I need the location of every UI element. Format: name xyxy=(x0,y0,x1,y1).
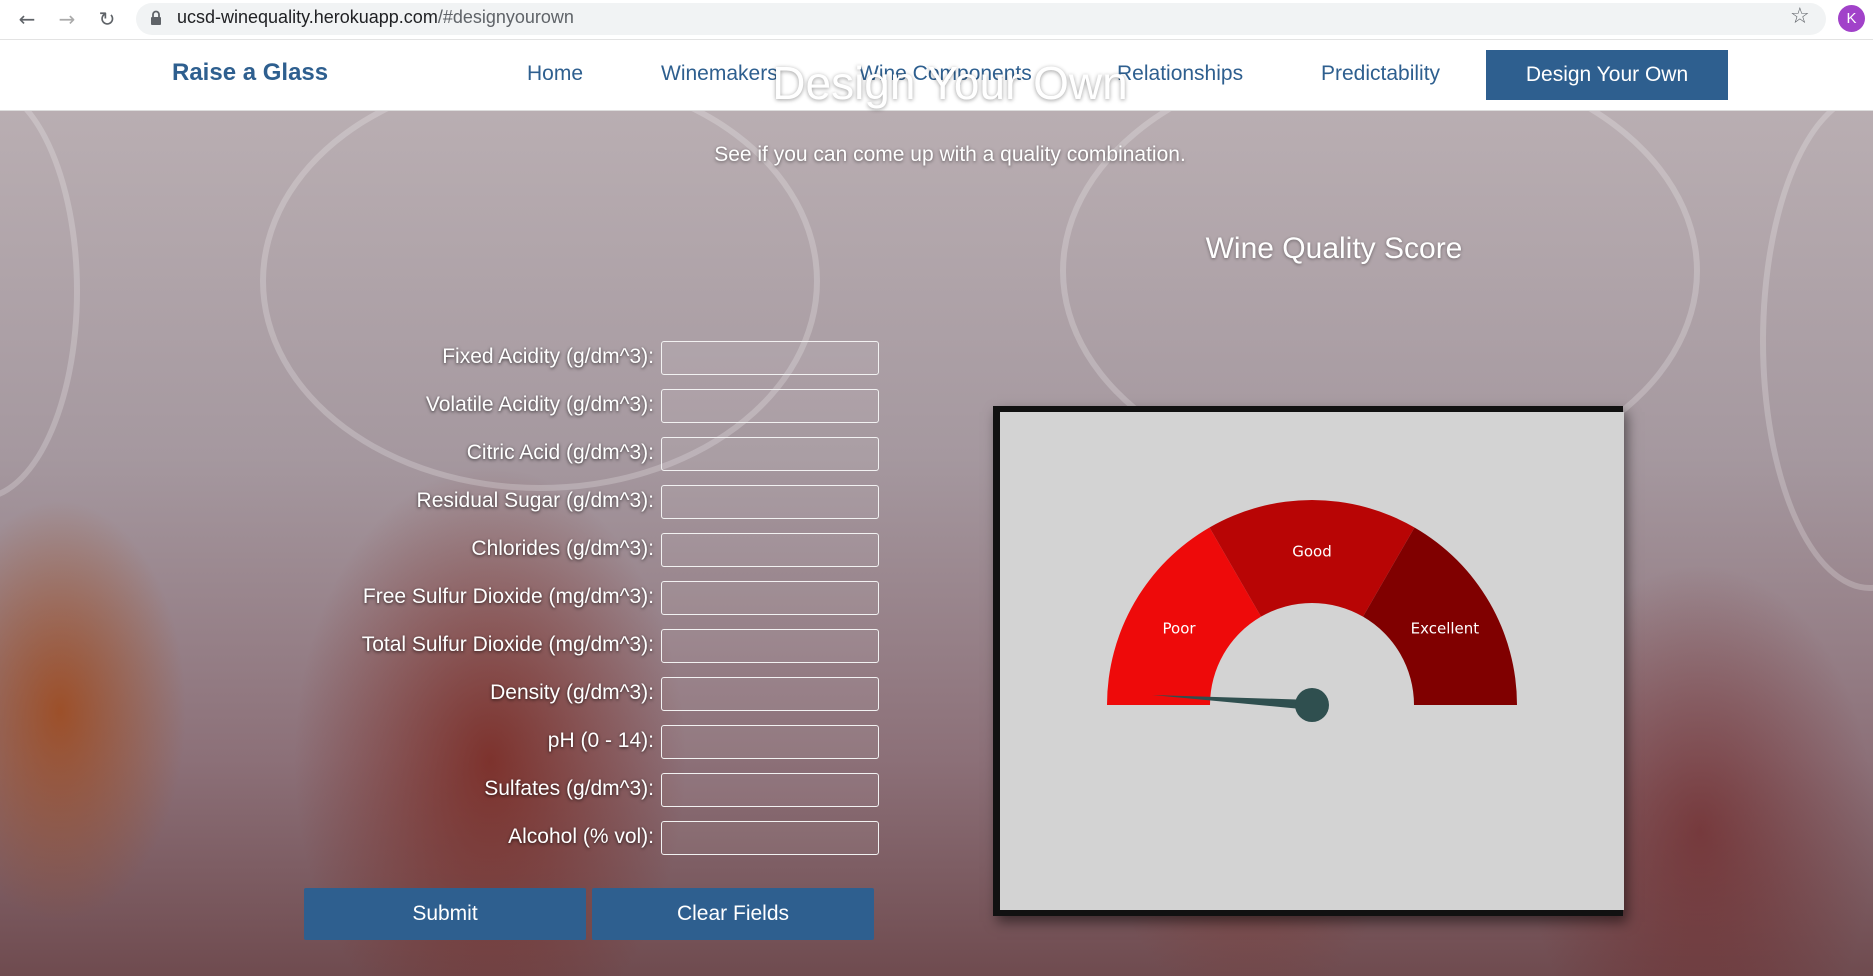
density-input[interactable] xyxy=(661,677,879,711)
glass-rim-decoration xyxy=(1760,111,1873,591)
form-row-total-sulfur-dioxide: Total Sulfur Dioxide (mg/dm^3): xyxy=(200,629,880,665)
quality-gauge: Poor Good Excellent xyxy=(1107,500,1517,722)
fixed-acidity-input[interactable] xyxy=(661,341,879,375)
residual-sugar-input[interactable] xyxy=(661,485,879,519)
reload-icon[interactable]: ↻ xyxy=(94,6,120,32)
volatile-acidity-label: Volatile Acidity (g/dm^3): xyxy=(425,393,654,416)
free-sulfur-dioxide-input[interactable] xyxy=(661,581,879,615)
chlorides-input[interactable] xyxy=(661,533,879,567)
total-sulfur-dioxide-input[interactable] xyxy=(661,629,879,663)
profile-avatar[interactable]: K xyxy=(1838,5,1865,32)
residual-sugar-label: Residual Sugar (g/dm^3): xyxy=(416,489,654,512)
clear-fields-button[interactable]: Clear Fields xyxy=(592,888,874,940)
back-arrow-icon[interactable]: ← xyxy=(14,6,40,32)
form-row-residual-sugar: Residual Sugar (g/dm^3): xyxy=(200,485,880,521)
alcohol-input[interactable] xyxy=(661,821,879,855)
url-text[interactable]: ucsd-winequality.herokuapp.com/#designyo… xyxy=(177,7,574,28)
form-row-fixed-acidity: Fixed Acidity (g/dm^3): xyxy=(200,341,880,377)
forward-arrow-icon[interactable]: → xyxy=(54,6,80,32)
fixed-acidity-label: Fixed Acidity (g/dm^3): xyxy=(442,345,654,368)
page-subtitle: See if you can come up with a quality co… xyxy=(714,143,1186,166)
volatile-acidity-input[interactable] xyxy=(661,389,879,423)
form-row-ph: pH (0 - 14): xyxy=(200,725,880,761)
gauge-panel: Poor Good Excellent xyxy=(1000,412,1624,910)
browser-toolbar: ← → ↻ ucsd-winequality.herokuapp.com/#de… xyxy=(0,0,1873,40)
lock-icon xyxy=(151,10,161,25)
form-row-density: Density (g/dm^3): xyxy=(200,677,880,713)
citric-acid-input[interactable] xyxy=(661,437,879,471)
chlorides-label: Chlorides (g/dm^3): xyxy=(471,537,654,560)
gauge-label-poor: Poor xyxy=(1163,619,1197,637)
alcohol-label: Alcohol (% vol): xyxy=(508,825,654,848)
sulfates-label: Sulfates (g/dm^3): xyxy=(484,777,654,800)
page-title: Design Your Own xyxy=(772,57,1128,109)
gauge-label-excellent: Excellent xyxy=(1411,619,1480,637)
form-row-sulfates: Sulfates (g/dm^3): xyxy=(200,773,880,809)
sulfates-input[interactable] xyxy=(661,773,879,807)
glass-rim-decoration xyxy=(260,111,820,491)
form-row-alcohol: Alcohol (% vol): xyxy=(200,821,880,857)
density-label: Density (g/dm^3): xyxy=(490,681,654,704)
form-row-chlorides: Chlorides (g/dm^3): xyxy=(200,533,880,569)
url-path: /#designyourown xyxy=(437,7,574,27)
form-row-volatile-acidity: Volatile Acidity (g/dm^3): xyxy=(200,389,880,425)
bookmark-star-icon[interactable]: ☆ xyxy=(1790,4,1810,29)
gauge-title: Wine Quality Score xyxy=(1205,232,1463,265)
ph-input[interactable] xyxy=(661,725,879,759)
form-row-free-sulfur-dioxide: Free Sulfur Dioxide (mg/dm^3): xyxy=(200,581,880,617)
submit-button[interactable]: Submit xyxy=(304,888,586,940)
citric-acid-label: Citric Acid (g/dm^3): xyxy=(466,441,654,464)
free-sulfur-dioxide-label: Free Sulfur Dioxide (mg/dm^3): xyxy=(362,585,654,608)
gauge-label-good: Good xyxy=(1292,543,1332,561)
url-host: ucsd-winequality.herokuapp.com xyxy=(177,7,438,27)
glass-rim-decoration xyxy=(0,111,80,501)
total-sulfur-dioxide-label: Total Sulfur Dioxide (mg/dm^3): xyxy=(361,633,654,656)
gauge-needle-hub xyxy=(1295,688,1329,722)
form-row-citric-acid: Citric Acid (g/dm^3): xyxy=(200,437,880,473)
ph-label: pH (0 - 14): xyxy=(547,729,654,752)
